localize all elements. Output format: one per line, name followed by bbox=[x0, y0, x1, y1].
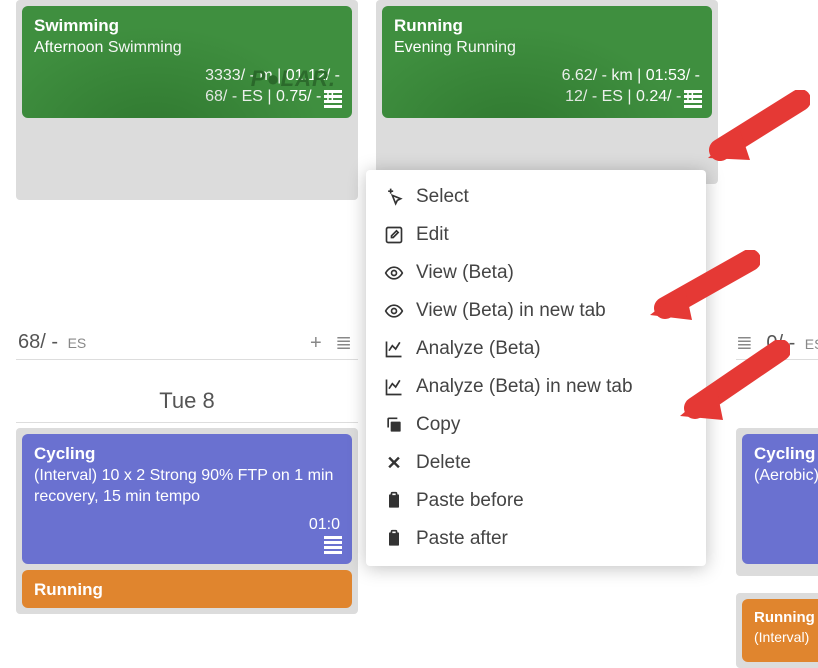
eye-icon bbox=[384, 263, 404, 283]
stats-line-1: 6.62/ - km | 01:53/ - bbox=[394, 65, 700, 87]
menu-label: Analyze (Beta) in new tab bbox=[416, 376, 633, 398]
day-column-3b: Cycling (Aerobic) bbox=[736, 428, 818, 576]
day-column-2: Running Evening Running 6.62/ - km | 01:… bbox=[376, 0, 718, 184]
card-subtitle: Evening Running bbox=[394, 38, 700, 59]
card-title: Cycling bbox=[34, 444, 340, 464]
eye-icon bbox=[384, 301, 404, 321]
date-header: Tue 8 bbox=[16, 380, 358, 423]
stats-line-1: 01:0 bbox=[34, 514, 340, 536]
menu-label: Select bbox=[416, 186, 469, 208]
summary-value: 68/ - bbox=[18, 331, 58, 353]
copy-icon bbox=[384, 415, 404, 435]
menu-item-select[interactable]: Select bbox=[366, 178, 706, 216]
card-subtitle: (Aerobic) bbox=[754, 466, 814, 487]
menu-item-paste-after[interactable]: Paste after bbox=[366, 520, 706, 558]
menu-label: View (Beta) bbox=[416, 262, 514, 284]
workout-card-running-3[interactable]: Running (Interval) bbox=[742, 599, 818, 662]
card-stats: 01:0 bbox=[34, 514, 340, 536]
workout-card-cycling-2[interactable]: Cycling (Aerobic) bbox=[742, 434, 818, 564]
menu-label: Analyze (Beta) bbox=[416, 338, 541, 360]
summary-label: ES bbox=[805, 336, 818, 352]
day-menu-icon[interactable]: ≣ bbox=[335, 332, 352, 354]
edit-icon bbox=[384, 225, 404, 245]
stats-line-2: 12/ - ES | 0.24/ - IF bbox=[394, 86, 700, 108]
pointer-icon bbox=[384, 187, 404, 207]
add-workout-icon[interactable]: + bbox=[310, 332, 322, 354]
day-column-1: Swimming Afternoon Swimming 3333/ - m | … bbox=[16, 0, 358, 200]
menu-label: View (Beta) in new tab bbox=[416, 300, 606, 322]
card-menu-icon[interactable] bbox=[684, 88, 702, 110]
day-column-1b: Cycling (Interval) 10 x 2 Strong 90% FTP… bbox=[16, 428, 358, 614]
workout-card-cycling[interactable]: Cycling (Interval) 10 x 2 Strong 90% FTP… bbox=[22, 434, 352, 564]
card-title: Cycling bbox=[754, 444, 814, 464]
menu-item-delete[interactable]: ✕ Delete bbox=[366, 444, 706, 482]
menu-item-copy[interactable]: Copy bbox=[366, 406, 706, 444]
card-subtitle: Afternoon Swimming bbox=[34, 38, 340, 59]
menu-label: Copy bbox=[416, 414, 460, 436]
context-menu: Select Edit View (Beta) View (Beta) in n… bbox=[366, 170, 706, 566]
menu-item-view-new-tab[interactable]: View (Beta) in new tab bbox=[366, 292, 706, 330]
chart-icon bbox=[384, 339, 404, 359]
workout-card-running[interactable]: Running Evening Running 6.62/ - km | 01:… bbox=[382, 6, 712, 118]
stats-line-2: 68/ - ES | 0.75/ - IF bbox=[34, 86, 340, 108]
card-subtitle: (Interval) 10 x 2 Strong 90% FTP on 1 mi… bbox=[34, 466, 340, 508]
card-subtitle: (Interval) bbox=[754, 628, 814, 646]
clipboard-icon bbox=[384, 491, 404, 511]
menu-item-analyze-new-tab[interactable]: Analyze (Beta) in new tab bbox=[366, 368, 706, 406]
card-menu-icon[interactable] bbox=[324, 88, 342, 110]
menu-label: Delete bbox=[416, 452, 471, 474]
workout-card-running-2[interactable]: Running bbox=[22, 570, 352, 608]
menu-label: Paste before bbox=[416, 490, 524, 512]
menu-item-analyze[interactable]: Analyze (Beta) bbox=[366, 330, 706, 368]
day-column-3c: Running (Interval) bbox=[736, 593, 818, 668]
day-summary-right: ≣ 0/ - ES bbox=[736, 330, 818, 360]
card-title: Swimming bbox=[34, 16, 340, 36]
menu-item-view[interactable]: View (Beta) bbox=[366, 254, 706, 292]
card-stats: 6.62/ - km | 01:53/ - 12/ - ES | 0.24/ -… bbox=[394, 65, 700, 108]
menu-label: Edit bbox=[416, 224, 449, 246]
menu-label: Paste after bbox=[416, 528, 508, 550]
card-menu-icon[interactable] bbox=[324, 534, 342, 556]
summary-value: 0/ - bbox=[766, 332, 795, 354]
summary-label: ES bbox=[68, 335, 87, 351]
workout-card-swimming[interactable]: Swimming Afternoon Swimming 3333/ - m | … bbox=[22, 6, 352, 118]
day-menu-icon[interactable]: ≣ bbox=[736, 332, 753, 354]
menu-item-paste-before[interactable]: Paste before bbox=[366, 482, 706, 520]
chart-icon bbox=[384, 377, 404, 397]
close-icon: ✕ bbox=[384, 453, 404, 473]
clipboard-icon bbox=[384, 529, 404, 549]
menu-item-edit[interactable]: Edit bbox=[366, 216, 706, 254]
card-title: Running bbox=[394, 16, 700, 36]
card-stats: 3333/ - m | 01:12/ - 68/ - ES | 0.75/ - … bbox=[34, 65, 340, 108]
card-title: Running bbox=[754, 609, 814, 626]
card-title: Running bbox=[34, 580, 340, 600]
day-summary-left: 68/ - ES + ≣ bbox=[16, 330, 358, 360]
stats-line-1: 3333/ - m | 01:12/ - bbox=[34, 65, 340, 87]
